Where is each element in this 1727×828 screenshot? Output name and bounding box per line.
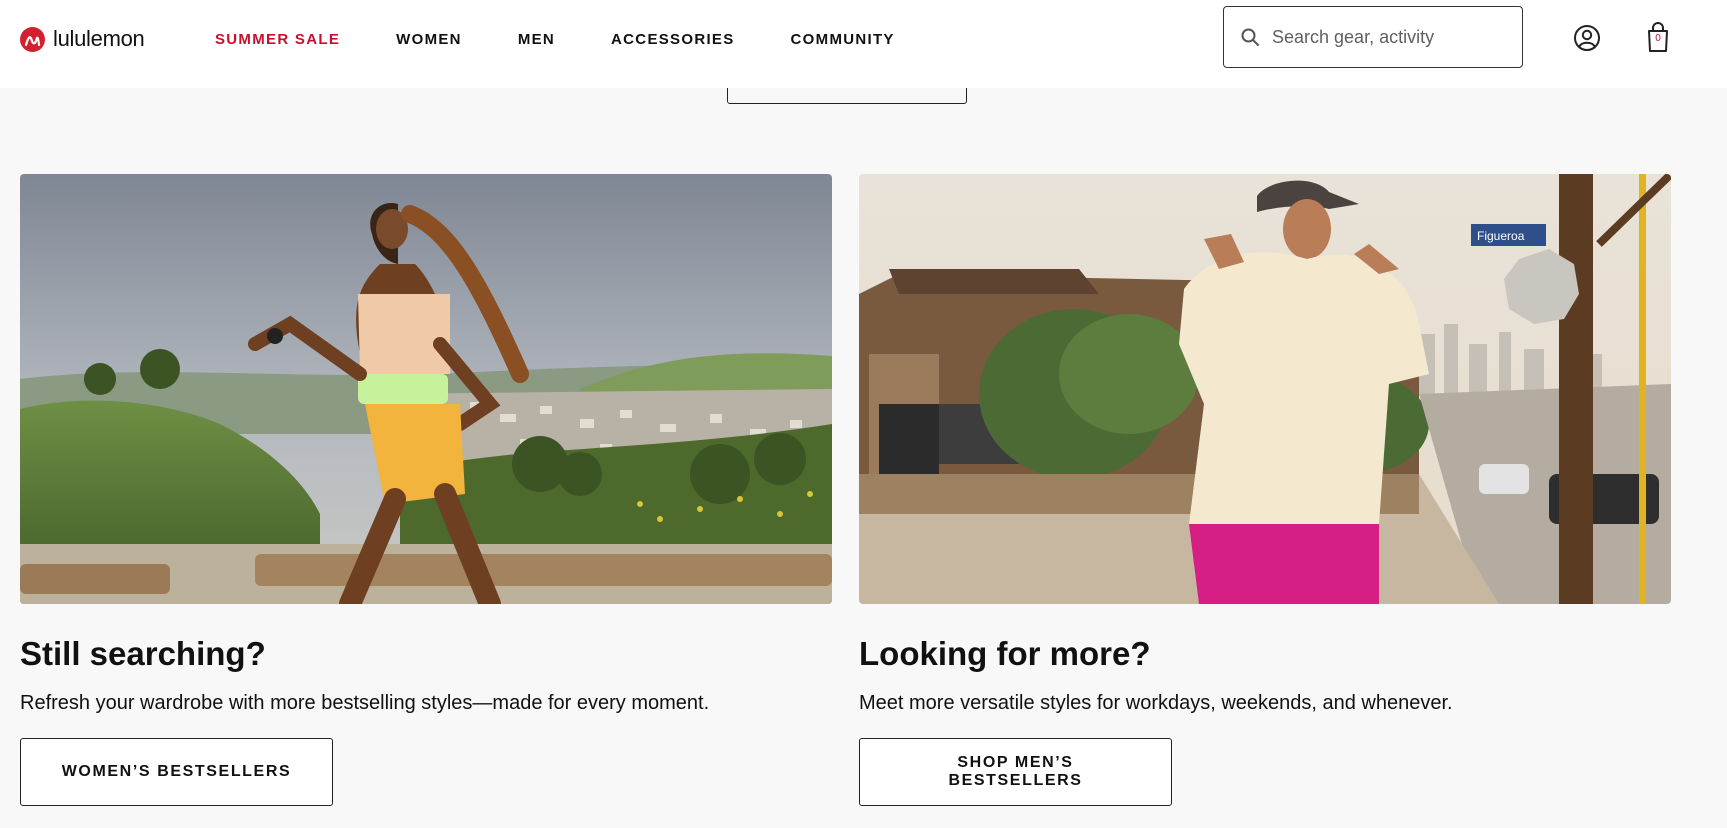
promo-image-men-street[interactable]: Figueroa — [859, 174, 1671, 604]
promo-title: Looking for more? — [859, 635, 1151, 672]
lululemon-logo[interactable]: lululemon — [20, 26, 145, 52]
main-nav: SUMMER SALE WOMEN MEN ACCESSORIES COMMUN… — [215, 30, 951, 50]
nav-men[interactable]: MEN — [518, 30, 555, 50]
lululemon-logo-icon — [20, 26, 45, 52]
promo-description: Meet more versatile styles for workdays,… — [859, 692, 1453, 714]
logo-wordmark: lululemon — [53, 26, 145, 51]
nav-community[interactable]: COMMUNITY — [791, 30, 895, 50]
womens-bestsellers-button[interactable]: WOMEN’S BESTSELLERS — [20, 738, 333, 806]
promo-card-women: Still searching? Refresh your wardrobe w… — [20, 174, 832, 806]
promo-card-men: Figueroa Looking for more? Meet more ver… — [859, 174, 1671, 806]
promo-title: Still searching? — [20, 635, 266, 672]
nav-women[interactable]: WOMEN — [396, 30, 462, 50]
shop-mens-bestsellers-button[interactable]: SHOP MEN’S BESTSELLERS — [859, 738, 1172, 806]
account-icon[interactable] — [1573, 24, 1601, 52]
search-icon — [1241, 28, 1259, 46]
search-box[interactable] — [1223, 6, 1523, 68]
street-sign-label: Figueroa — [1477, 229, 1525, 243]
cart-count-badge: 0 — [1655, 33, 1661, 44]
site-header: lululemon SUMMER SALE WOMEN MEN ACCESSOR… — [0, 0, 1727, 88]
nav-summer-sale[interactable]: SUMMER SALE — [215, 30, 340, 50]
promo-image-women-running[interactable] — [20, 174, 832, 604]
search-input[interactable] — [1270, 25, 1510, 49]
nav-accessories[interactable]: ACCESSORIES — [611, 30, 735, 50]
promo-description: Refresh your wardrobe with more bestsell… — [20, 692, 710, 714]
